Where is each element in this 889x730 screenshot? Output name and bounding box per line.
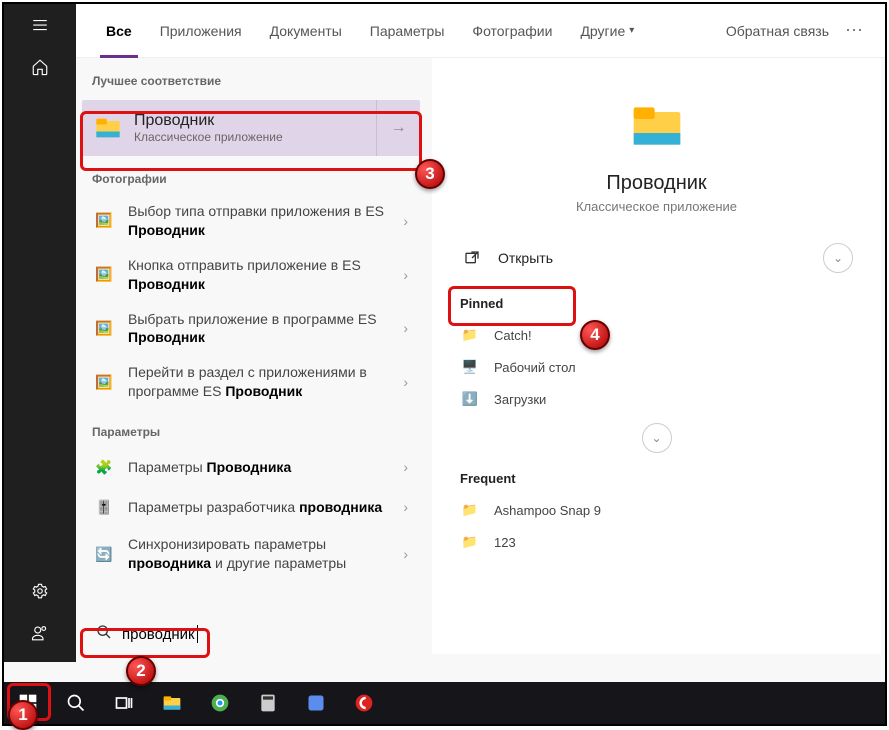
section-params: Параметры bbox=[76, 409, 428, 447]
photo-thumb-icon: 🖼️ bbox=[92, 316, 116, 340]
dev-settings-icon: 🎚️ bbox=[92, 495, 116, 519]
best-match-subtitle: Классическое приложение bbox=[134, 130, 283, 144]
settings-app-icon: 🧩 bbox=[92, 455, 116, 479]
search-nav: Все Приложения Документы Параметры Фотог… bbox=[76, 4, 885, 58]
chevron-right-icon: › bbox=[399, 213, 412, 229]
chevron-right-icon: › bbox=[399, 374, 412, 390]
folder-icon: 📁 bbox=[460, 325, 480, 345]
chevron-right-icon: › bbox=[399, 546, 412, 562]
rail-home-button[interactable] bbox=[4, 46, 76, 88]
param-result[interactable]: 🧩 Параметры Проводника › bbox=[76, 447, 428, 487]
frequent-header: Frequent bbox=[460, 471, 857, 486]
detail-subtitle: Классическое приложение bbox=[576, 199, 737, 214]
taskbar-calc-icon[interactable] bbox=[244, 682, 292, 724]
start-rail bbox=[4, 4, 76, 662]
section-best-match: Лучшее соответствие bbox=[76, 58, 428, 96]
best-match-title: Проводник bbox=[134, 112, 283, 130]
photo-result[interactable]: 🖼️ Выбрать приложение в программе ES Про… bbox=[76, 302, 428, 356]
taskbar-explorer-icon[interactable] bbox=[148, 682, 196, 724]
best-match-item[interactable]: Проводник Классическое приложение → bbox=[82, 100, 420, 156]
rail-menu-button[interactable] bbox=[4, 4, 76, 46]
search-input[interactable]: проводник bbox=[122, 626, 195, 643]
open-action[interactable]: Открыть ⌄ bbox=[456, 238, 857, 278]
file-explorer-icon bbox=[94, 114, 122, 142]
chevron-right-icon: › bbox=[399, 320, 412, 336]
pinned-item[interactable]: 🖥️Рабочий стол bbox=[456, 351, 857, 383]
photo-thumb-icon: 🖼️ bbox=[92, 263, 116, 287]
section-photos: Фотографии bbox=[76, 156, 428, 194]
tab-apps[interactable]: Приложения bbox=[146, 4, 256, 58]
file-explorer-large-icon bbox=[629, 98, 685, 154]
photo-thumb-icon: 🖼️ bbox=[92, 209, 116, 233]
photo-result[interactable]: 🖼️ Выбор типа отправки приложения в ES П… bbox=[76, 194, 428, 248]
text-cursor bbox=[197, 625, 198, 643]
open-icon bbox=[460, 250, 484, 266]
chevron-right-icon: › bbox=[399, 459, 412, 475]
chevron-right-icon: › bbox=[399, 267, 412, 283]
taskbar-app-icon[interactable] bbox=[292, 682, 340, 724]
tab-more[interactable]: Другие ▾ bbox=[566, 4, 648, 58]
taskbar bbox=[4, 682, 885, 724]
rail-account-button[interactable] bbox=[4, 612, 76, 654]
folder-icon: 📁 bbox=[460, 500, 480, 520]
pinned-header: Pinned bbox=[460, 296, 857, 311]
tab-all[interactable]: Все bbox=[92, 4, 146, 58]
param-result[interactable]: 🔄 Синхронизировать параметры проводника … bbox=[76, 527, 428, 581]
nav-more-icon[interactable]: ⋯ bbox=[839, 20, 869, 41]
folder-icon: 📁 bbox=[460, 532, 480, 552]
download-icon: ⬇️ bbox=[460, 389, 480, 409]
photo-result[interactable]: 🖼️ Кнопка отправить приложение в ES Пров… bbox=[76, 248, 428, 302]
detail-title: Проводник bbox=[606, 172, 706, 195]
photo-result[interactable]: 🖼️ Перейти в раздел с приложениями в про… bbox=[76, 355, 428, 409]
pinned-item[interactable]: ⬇️Загрузки bbox=[456, 383, 857, 415]
results-column: Лучшее соответствие Проводник Классическ… bbox=[76, 58, 428, 654]
detail-pane: Проводник Классическое приложение Открыт… bbox=[432, 58, 881, 654]
pinned-item[interactable]: 📁Catch! bbox=[456, 319, 857, 351]
chevron-right-icon: › bbox=[399, 499, 412, 515]
desktop-icon: 🖥️ bbox=[460, 357, 480, 377]
feedback-link[interactable]: Обратная связь bbox=[726, 23, 829, 39]
tab-documents[interactable]: Документы bbox=[256, 4, 356, 58]
taskbar-search-button[interactable] bbox=[52, 682, 100, 724]
frequent-item[interactable]: 📁123 bbox=[456, 526, 857, 558]
taskbar-chrome-icon[interactable] bbox=[196, 682, 244, 724]
search-icon bbox=[96, 624, 112, 645]
rail-settings-button[interactable] bbox=[4, 570, 76, 612]
sync-icon: 🔄 bbox=[92, 542, 116, 566]
best-match-expand-icon[interactable]: → bbox=[376, 100, 420, 156]
chevron-down-icon[interactable]: ⌄ bbox=[642, 423, 672, 453]
param-result[interactable]: 🎚️ Параметры разработчика проводника › bbox=[76, 487, 428, 527]
photo-thumb-icon: 🖼️ bbox=[92, 370, 116, 394]
tab-settings[interactable]: Параметры bbox=[356, 4, 459, 58]
chevron-down-icon[interactable]: ⌄ bbox=[823, 243, 853, 273]
task-view-button[interactable] bbox=[100, 682, 148, 724]
taskbar-ccleaner-icon[interactable] bbox=[340, 682, 388, 724]
frequent-item[interactable]: 📁Ashampoo Snap 9 bbox=[456, 494, 857, 526]
tab-photos[interactable]: Фотографии bbox=[458, 4, 566, 58]
start-button[interactable] bbox=[4, 682, 52, 724]
